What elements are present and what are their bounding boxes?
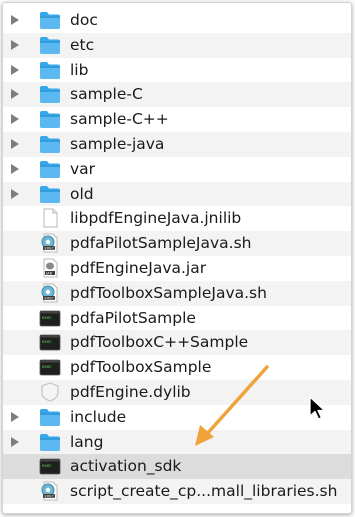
dylib-icon bbox=[39, 382, 61, 402]
file-row[interactable]: EXEC pdfToolboxSampleJava.sh bbox=[3, 280, 351, 306]
file-name-label: etc bbox=[70, 35, 95, 54]
terminal-executable-icon: exec bbox=[39, 456, 61, 476]
file-name-label: pdfToolboxC++Sample bbox=[70, 333, 249, 352]
shell-script-icon: EXEC bbox=[39, 481, 61, 501]
disclosure-triangle-icon[interactable] bbox=[11, 89, 19, 100]
file-row[interactable]: EXEC script_create_cp...mall_libraries.s… bbox=[3, 479, 351, 504]
file-name-label: activation_sdk bbox=[70, 457, 182, 476]
folder-icon bbox=[39, 407, 61, 427]
folder-icon bbox=[39, 84, 61, 104]
folder-row[interactable]: sample-C++ bbox=[3, 107, 351, 132]
folder-row[interactable]: lang bbox=[3, 429, 351, 455]
folder-icon bbox=[39, 432, 61, 452]
svg-text:EXEC: EXEC bbox=[45, 247, 55, 251]
disclosure-triangle-icon[interactable] bbox=[11, 163, 19, 174]
folder-row[interactable]: lib bbox=[3, 58, 351, 83]
file-row[interactable]: exec pdfToolboxSample bbox=[3, 355, 351, 380]
terminal-executable-icon: exec bbox=[39, 357, 61, 377]
folder-row[interactable]: include bbox=[3, 405, 351, 430]
file-row[interactable]: JAR pdfEngineJava.jar bbox=[3, 256, 351, 281]
file-row[interactable]: libpdfEngineJava.jnilib bbox=[3, 206, 351, 231]
svg-text:EXEC: EXEC bbox=[45, 495, 55, 499]
file-name-label: lang bbox=[70, 432, 104, 451]
folder-icon bbox=[39, 109, 61, 129]
file-name-label: pdfEngineJava.jar bbox=[70, 259, 207, 277]
folder-icon bbox=[39, 35, 61, 55]
mouse-pointer-icon bbox=[309, 396, 326, 420]
terminal-executable-icon: exec bbox=[39, 308, 61, 328]
folder-icon bbox=[39, 184, 61, 204]
file-name-label: script_create_cp...mall_libraries.sh bbox=[70, 482, 338, 501]
folder-row[interactable]: sample-java bbox=[3, 132, 351, 157]
file-name-label: pdfaPilotSample bbox=[70, 308, 196, 327]
svg-text:exec: exec bbox=[42, 364, 52, 369]
disclosure-triangle-icon[interactable] bbox=[11, 64, 19, 75]
folder-row[interactable]: doc bbox=[3, 8, 351, 33]
svg-text:exec: exec bbox=[42, 463, 52, 468]
folder-row[interactable]: sample-C bbox=[3, 82, 351, 108]
svg-text:exec: exec bbox=[42, 315, 52, 320]
folder-icon bbox=[39, 134, 61, 154]
disclosure-triangle-icon[interactable] bbox=[11, 411, 19, 422]
jar-file-icon: JAR bbox=[39, 258, 61, 278]
file-name-label: doc bbox=[70, 11, 98, 29]
disclosure-triangle-icon[interactable] bbox=[11, 139, 19, 149]
file-name-label: var bbox=[70, 159, 96, 178]
svg-text:exec: exec bbox=[42, 339, 52, 344]
shell-script-icon: EXEC bbox=[39, 283, 61, 303]
disclosure-triangle-icon[interactable] bbox=[11, 114, 19, 125]
folder-row[interactable]: var bbox=[3, 157, 351, 182]
folder-icon bbox=[39, 10, 61, 30]
folder-row[interactable]: old bbox=[3, 181, 351, 207]
file-name-label: pdfToolboxSample bbox=[70, 358, 212, 377]
file-row[interactable]: pdfEngine.dylib bbox=[3, 380, 351, 405]
file-name-label: libpdfEngineJava.jnilib bbox=[70, 209, 242, 228]
svg-text:EXEC: EXEC bbox=[45, 296, 55, 300]
svg-text:JAR: JAR bbox=[45, 271, 52, 275]
document-icon bbox=[39, 208, 61, 228]
shell-script-icon: EXEC bbox=[39, 233, 61, 253]
file-name-label: sample-java bbox=[70, 135, 165, 153]
file-name-label: lib bbox=[70, 60, 89, 79]
file-row[interactable]: EXEC pdfaPilotSampleJava.sh bbox=[3, 231, 351, 256]
terminal-executable-icon: exec bbox=[39, 332, 61, 352]
folder-icon bbox=[39, 159, 61, 179]
folder-icon bbox=[39, 60, 61, 80]
disclosure-triangle-icon[interactable] bbox=[11, 188, 19, 199]
disclosure-triangle-icon[interactable] bbox=[11, 39, 19, 50]
file-name-label: pdfToolboxSampleJava.sh bbox=[70, 283, 267, 302]
disclosure-triangle-icon[interactable] bbox=[11, 15, 19, 25]
file-row[interactable]: exec pdfToolboxC++Sample bbox=[3, 330, 351, 356]
file-name-label: pdfaPilotSampleJava.sh bbox=[70, 234, 252, 253]
disclosure-triangle-icon[interactable] bbox=[11, 436, 19, 447]
folder-row[interactable]: etc bbox=[3, 32, 351, 58]
file-name-label: sample-C++ bbox=[70, 110, 169, 129]
file-name-label: sample-C bbox=[70, 85, 143, 104]
file-name-label: old bbox=[70, 184, 94, 203]
file-name-label: include bbox=[70, 407, 127, 426]
finder-file-list: doc etc lib sample-C sample-C++ sample-j… bbox=[2, 2, 352, 514]
file-name-label: pdfEngine.dylib bbox=[70, 383, 191, 401]
file-row[interactable]: exec pdfaPilotSample bbox=[3, 306, 351, 331]
file-row[interactable]: exec activation_sdk bbox=[3, 454, 351, 480]
